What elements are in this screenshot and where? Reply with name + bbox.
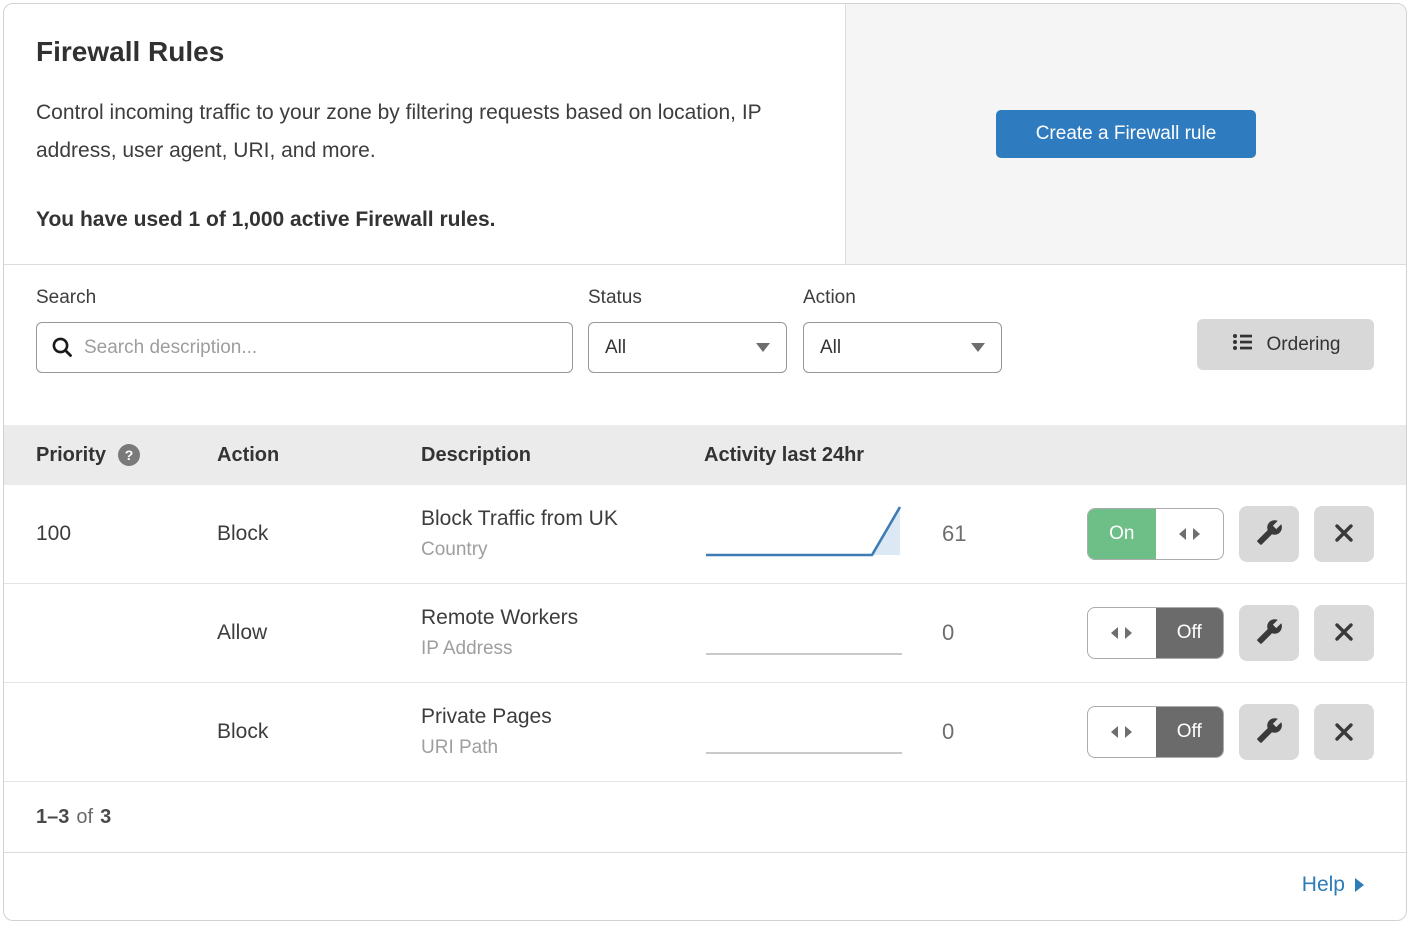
pagination-total: 3 (100, 806, 111, 829)
rule-match-type: IP Address (421, 638, 704, 660)
toggle-state-label: Off (1156, 608, 1224, 658)
action-label: Action (803, 287, 1002, 309)
chevron-down-icon (971, 343, 985, 352)
rule-description-cell: Block Traffic from UK Country (421, 507, 704, 561)
table-row: Block Private Pages URI Path 0 Off (4, 683, 1406, 782)
pagination-bar: 1–3 of 3 (4, 782, 1406, 853)
help-link[interactable]: Help (1302, 873, 1364, 897)
delete-rule-button[interactable] (1314, 605, 1374, 661)
ordering-button[interactable]: Ordering (1197, 319, 1374, 370)
filter-bar: Search Status All Action All (4, 265, 1406, 425)
rule-description: Block Traffic from UK (421, 507, 704, 531)
chevron-down-icon (756, 343, 770, 352)
column-priority: Priority ? (36, 444, 217, 467)
ordering-list-icon (1231, 330, 1255, 360)
toggle-handle (1088, 608, 1156, 658)
wrench-icon (1256, 618, 1283, 648)
usage-note: You have used 1 of 1,000 active Firewall… (36, 208, 813, 232)
table-row: Allow Remote Workers IP Address 0 Off (4, 584, 1406, 683)
close-icon (1332, 521, 1356, 548)
help-link-label: Help (1302, 873, 1345, 897)
column-priority-label: Priority (36, 444, 106, 467)
activity-count: 0 (914, 620, 1024, 646)
ordering-button-label: Ordering (1267, 334, 1341, 356)
search-group: Search (36, 287, 573, 373)
header-action-panel: Create a Firewall rule (846, 4, 1406, 264)
activity-count: 61 (914, 521, 1024, 547)
table-header: Priority ? Action Description Activity l… (4, 425, 1406, 485)
rule-match-type: Country (421, 539, 704, 561)
rule-action: Block (217, 522, 421, 546)
action-filter-group: Action All (803, 287, 1002, 373)
priority-help-icon[interactable]: ? (118, 444, 140, 466)
toggle-state-label: Off (1156, 707, 1224, 757)
wrench-icon (1256, 519, 1283, 549)
column-activity: Activity last 24hr (704, 444, 914, 467)
rule-action: Block (217, 720, 421, 744)
toggle-arrows-icon (1179, 528, 1200, 540)
delete-rule-button[interactable] (1314, 704, 1374, 760)
wrench-icon (1256, 717, 1283, 747)
activity-sparkline (704, 598, 914, 669)
close-icon (1332, 620, 1356, 647)
rule-enabled-toggle[interactable]: Off (1087, 607, 1224, 659)
action-select[interactable]: All (803, 322, 1002, 373)
rule-description: Remote Workers (421, 606, 704, 630)
column-description: Description (421, 444, 704, 467)
status-select[interactable]: All (588, 322, 787, 373)
rule-priority: 100 (36, 522, 217, 546)
close-icon (1332, 720, 1356, 744)
rule-action: Allow (217, 621, 421, 645)
search-label: Search (36, 287, 573, 309)
page-title: Firewall Rules (36, 36, 813, 68)
edit-rule-button[interactable] (1239, 605, 1299, 661)
page-description: Control incoming traffic to your zone by… (36, 94, 806, 170)
activity-sparkline (704, 697, 914, 768)
toggle-state-label: On (1088, 509, 1156, 559)
pagination-of-label: of (76, 806, 93, 829)
search-field-wrap (36, 322, 573, 373)
rule-description-cell: Private Pages URI Path (421, 705, 704, 759)
rule-description-cell: Remote Workers IP Address (421, 606, 704, 660)
action-select-value: All (820, 337, 841, 359)
activity-count: 0 (914, 719, 1024, 745)
toggle-handle (1088, 707, 1156, 757)
arrow-right-icon (1355, 878, 1364, 892)
firewall-rules-card: Firewall Rules Control incoming traffic … (3, 3, 1407, 921)
search-icon (50, 335, 75, 365)
create-firewall-rule-button[interactable]: Create a Firewall rule (996, 110, 1256, 158)
edit-rule-button[interactable] (1239, 704, 1299, 760)
column-action: Action (217, 444, 421, 467)
search-input[interactable] (36, 322, 573, 373)
table-row: 100 Block Block Traffic from UK Country … (4, 485, 1406, 584)
activity-sparkline (704, 499, 914, 570)
header: Firewall Rules Control incoming traffic … (4, 4, 1406, 265)
delete-rule-button[interactable] (1314, 506, 1374, 562)
rule-enabled-toggle[interactable]: Off (1087, 706, 1224, 758)
rule-controls: On (1024, 506, 1374, 562)
rule-controls: Off (1024, 605, 1374, 661)
rule-match-type: URI Path (421, 737, 704, 759)
header-text-panel: Firewall Rules Control incoming traffic … (4, 4, 846, 264)
help-bar: Help (4, 853, 1406, 917)
status-label: Status (588, 287, 787, 309)
edit-rule-button[interactable] (1239, 506, 1299, 562)
status-filter-group: Status All (588, 287, 787, 373)
rule-controls: Off (1024, 704, 1374, 760)
rule-description: Private Pages (421, 705, 704, 729)
pagination-range: 1–3 (36, 806, 69, 829)
status-select-value: All (605, 337, 626, 359)
toggle-arrows-icon (1111, 627, 1132, 639)
toggle-handle (1156, 509, 1224, 559)
toggle-arrows-icon (1111, 726, 1132, 738)
rule-enabled-toggle[interactable]: On (1087, 508, 1224, 560)
